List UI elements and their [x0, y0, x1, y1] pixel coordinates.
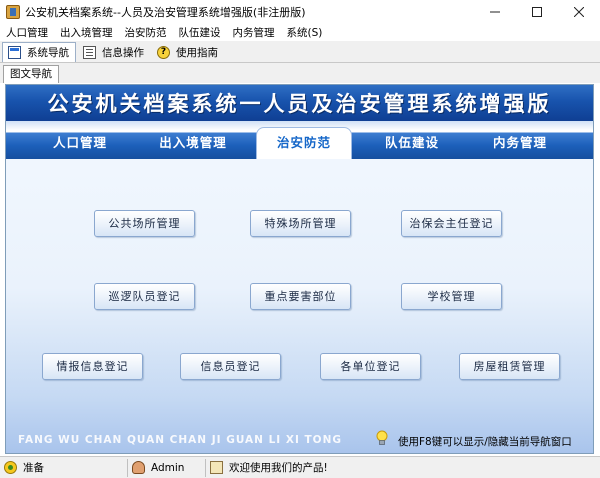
minimize-button[interactable]: [474, 0, 516, 24]
key-sites-button[interactable]: 重点要害部位: [250, 283, 351, 310]
menu-security[interactable]: 治安防范: [119, 25, 173, 40]
nav-tab-population[interactable]: 人口管理: [30, 131, 130, 155]
window-controls: [474, 0, 600, 24]
menu-bar: 人口管理 出入境管理 治安防范 队伍建设 内务管理 系统(S): [0, 24, 600, 41]
minimize-icon: [490, 11, 500, 13]
app-icon: [6, 5, 20, 19]
menu-team[interactable]: 队伍建设: [173, 25, 227, 40]
unit-registration-button[interactable]: 各单位登记: [320, 353, 421, 380]
tab-info-ops-label: 信息操作: [102, 46, 144, 59]
security-director-button[interactable]: 治保会主任登记: [401, 210, 502, 237]
footer-hint: 使用F8键可以显示/隐藏当前导航窗口: [398, 436, 572, 448]
welcome-text: 欢迎使用我们的产品!: [229, 462, 328, 474]
status-icon: [4, 461, 17, 474]
menu-internal[interactable]: 内务管理: [227, 25, 281, 40]
user-cell: Admin: [128, 458, 206, 477]
banner: 公安机关档案系统一人员及治安管理系统增强版: [6, 85, 593, 121]
rental-management-button[interactable]: 房屋租赁管理: [459, 353, 560, 380]
info-icon: [83, 45, 96, 59]
status-bar: 准备 Admin 欢迎使用我们的产品!: [0, 456, 600, 478]
nav-tab-security[interactable]: 治安防范: [256, 127, 352, 159]
user-text: Admin: [151, 461, 185, 474]
public-places-button[interactable]: 公共场所管理: [94, 210, 195, 237]
toolbar: 系统导航 信息操作 ? 使用指南: [0, 41, 600, 63]
maximize-icon: [532, 7, 542, 17]
tab-graphic-nav[interactable]: 图文导航: [3, 65, 59, 83]
tab-info-ops[interactable]: 信息操作: [78, 42, 150, 62]
tab-user-guide-label: 使用指南: [176, 46, 218, 59]
tab-user-guide[interactable]: ? 使用指南: [152, 42, 224, 62]
welcome-cell: 欢迎使用我们的产品!: [206, 459, 586, 477]
help-icon: ?: [157, 45, 170, 59]
title-bar: 公安机关档案系统--人员及治安管理系统增强版(非注册版): [0, 0, 600, 24]
welcome-icon: [210, 461, 223, 474]
footer-pinyin: FANG WU CHAN QUAN CHAN JI GUAN LI XI TON…: [18, 434, 343, 446]
maximize-button[interactable]: [516, 0, 558, 24]
special-places-button[interactable]: 特殊场所管理: [250, 210, 351, 237]
status-text: 准备: [23, 462, 44, 474]
close-icon: [574, 7, 584, 17]
status-cell: 准备: [0, 458, 128, 477]
tab-system-nav-label: 系统导航: [27, 47, 69, 59]
nav-icon: [8, 46, 21, 59]
nav-tab-internal[interactable]: 内务管理: [470, 131, 570, 155]
nav-tab-immigration[interactable]: 出入境管理: [138, 131, 248, 155]
menu-population[interactable]: 人口管理: [0, 25, 54, 40]
subtab-row: 图文导航: [0, 63, 600, 83]
school-management-button[interactable]: 学校管理: [401, 283, 502, 310]
tab-system-nav[interactable]: 系统导航: [2, 42, 76, 62]
nav-tab-team[interactable]: 队伍建设: [362, 131, 462, 155]
window-title: 公安机关档案系统--人员及治安管理系统增强版(非注册版): [25, 6, 306, 19]
menu-immigration[interactable]: 出入境管理: [54, 25, 119, 40]
patrol-member-button[interactable]: 巡逻队员登记: [94, 283, 195, 310]
lightbulb-icon: [376, 430, 388, 445]
menu-system[interactable]: 系统(S): [281, 25, 329, 40]
banner-title: 公安机关档案系统一人员及治安管理系统增强版: [47, 92, 552, 116]
user-icon: [132, 461, 145, 474]
intel-registration-button[interactable]: 情报信息登记: [42, 353, 143, 380]
main-panel: 公安机关档案系统一人员及治安管理系统增强版 人口管理 出入境管理 治安防范 队伍…: [5, 84, 594, 454]
informant-registration-button[interactable]: 信息员登记: [180, 353, 281, 380]
close-button[interactable]: [558, 0, 600, 24]
